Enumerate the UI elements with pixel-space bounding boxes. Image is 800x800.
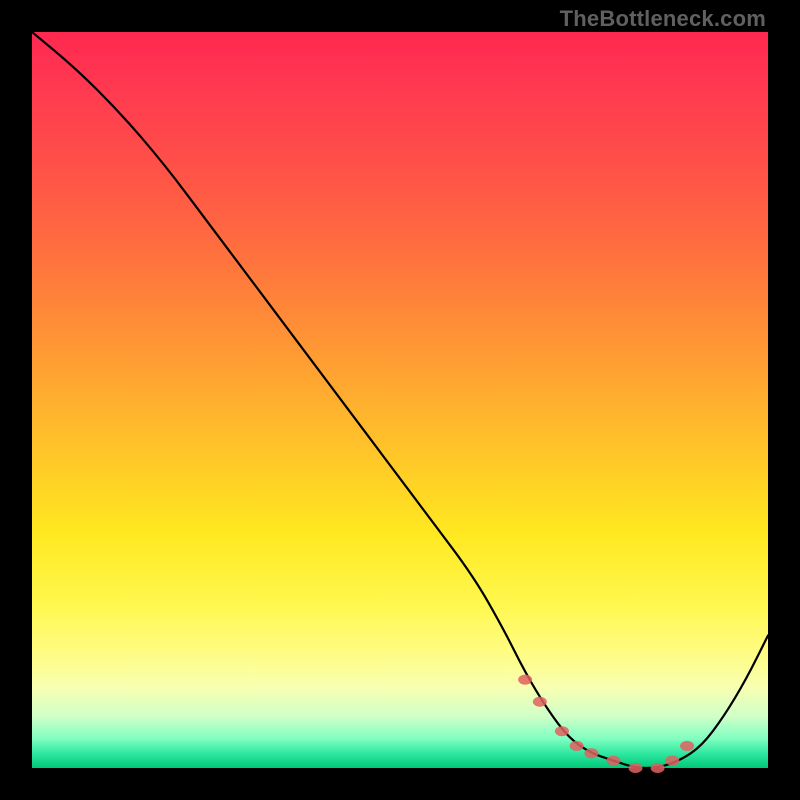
highlight-marker	[533, 697, 547, 707]
highlight-marker	[680, 741, 694, 751]
highlight-marker	[665, 756, 679, 766]
highlight-marker	[584, 748, 598, 758]
chart-area	[32, 32, 768, 768]
watermark-text: TheBottleneck.com	[560, 6, 766, 32]
highlight-marker	[518, 675, 532, 685]
highlight-marker	[555, 726, 569, 736]
highlight-marker	[629, 763, 643, 773]
highlight-marker	[570, 741, 584, 751]
highlight-marker	[606, 756, 620, 766]
highlight-marker	[651, 763, 665, 773]
chart-overlay-svg	[32, 32, 768, 768]
bottleneck-curve-line	[32, 32, 768, 768]
